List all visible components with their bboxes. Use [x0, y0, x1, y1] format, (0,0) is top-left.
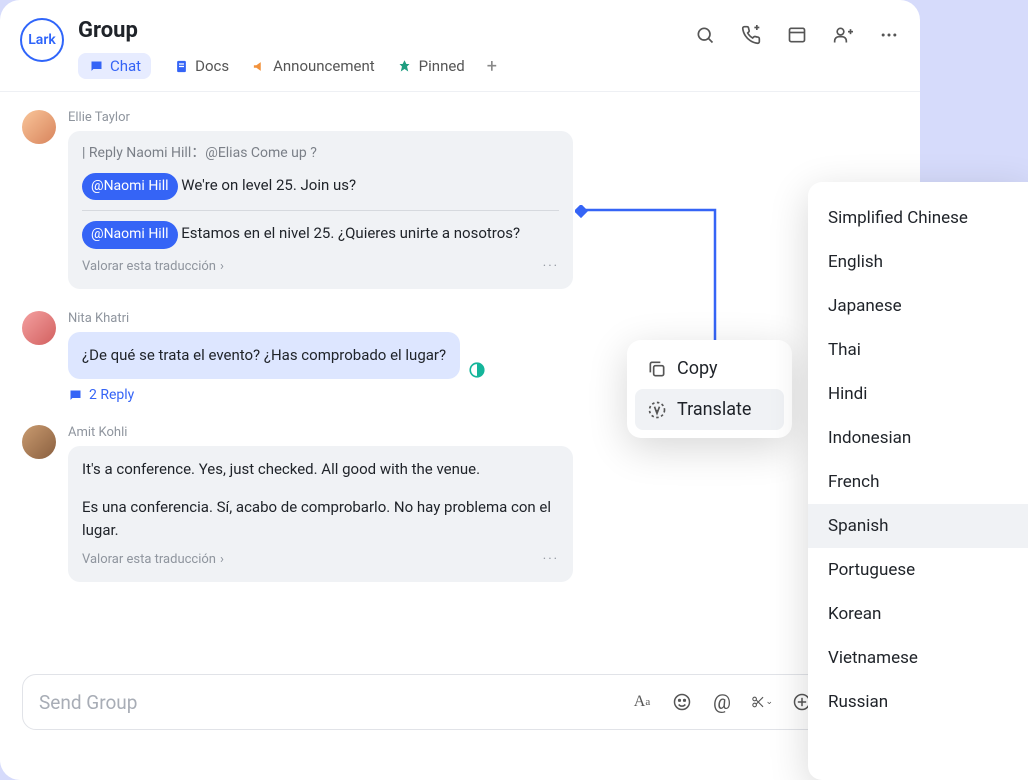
- mention-icon[interactable]: @: [711, 691, 733, 713]
- message-text: It's a conference. Yes, just checked. Al…: [82, 458, 559, 481]
- message-text: ¿De qué se trata el evento? ¿Has comprob…: [82, 346, 446, 364]
- input-placeholder: Send Group: [39, 691, 631, 714]
- rate-row: Valorar esta traducción › ···: [82, 550, 559, 570]
- panel-icon[interactable]: [786, 24, 808, 46]
- lang-option[interactable]: Thai: [808, 328, 1028, 372]
- mention-chip[interactable]: @Naomi Hill: [82, 173, 178, 201]
- rate-translation[interactable]: Valorar esta traducción ›: [82, 257, 224, 277]
- lang-option[interactable]: Hindi: [808, 372, 1028, 416]
- scissors-icon[interactable]: ⌄: [751, 691, 773, 713]
- message-list: Ellie Taylor | Reply Naomi Hill：@Elias C…: [0, 92, 920, 582]
- lang-option[interactable]: Korean: [808, 592, 1028, 636]
- sender-name: Nita Khatri: [68, 311, 898, 326]
- rate-row: Valorar esta traducción › ···: [82, 257, 559, 277]
- header: Lark Group Chat Docs: [0, 0, 920, 92]
- header-actions: [694, 18, 900, 46]
- message-line: @Naomi Hill We're on level 25. Join us?: [82, 173, 559, 201]
- chevron-right-icon: ›: [220, 550, 224, 570]
- more-icon[interactable]: ···: [543, 257, 559, 277]
- tab-label: Chat: [110, 57, 141, 75]
- avatar[interactable]: [22, 110, 56, 144]
- tab-docs[interactable]: Docs: [173, 57, 229, 75]
- lang-option[interactable]: Portuguese: [808, 548, 1028, 592]
- lang-option[interactable]: Russian: [808, 680, 1028, 724]
- context-translate[interactable]: Translate: [635, 389, 784, 430]
- lang-option[interactable]: Indonesian: [808, 416, 1028, 460]
- tab-label: Announcement: [273, 57, 375, 75]
- chat-title: Group: [78, 18, 694, 43]
- mention-chip[interactable]: @Naomi Hill: [82, 221, 178, 249]
- lang-option[interactable]: Simplified Chinese: [808, 196, 1028, 240]
- reply-icon: [68, 388, 83, 403]
- context-label: Copy: [677, 358, 718, 379]
- rate-label: Valorar esta traducción: [82, 550, 216, 570]
- translated-text: Es una conferencia. Sí, acabo de comprob…: [82, 496, 559, 543]
- message-bubble[interactable]: ¿De qué se trata el evento? ¿Has comprob…: [68, 332, 460, 379]
- tab-label: Pinned: [419, 57, 465, 75]
- divider: [82, 210, 559, 211]
- reply-count-text: 2 Reply: [89, 387, 134, 403]
- context-menu: Copy Translate: [627, 340, 792, 438]
- lang-option[interactable]: English: [808, 240, 1028, 284]
- rate-label: Valorar esta traducción: [82, 257, 216, 277]
- tab-bar: Chat Docs Announcement: [78, 53, 694, 91]
- rate-translation[interactable]: Valorar esta traducción ›: [82, 550, 224, 570]
- avatar[interactable]: [22, 425, 56, 459]
- lang-option[interactable]: French: [808, 460, 1028, 504]
- chat-icon: [88, 58, 104, 74]
- pin-icon: [397, 58, 413, 74]
- docs-icon: [173, 58, 189, 74]
- title-area: Group Chat Docs: [78, 18, 694, 91]
- message-row: Ellie Taylor | Reply Naomi Hill：@Elias C…: [22, 110, 898, 289]
- search-icon[interactable]: [694, 24, 716, 46]
- tab-label: Docs: [195, 57, 229, 75]
- message-input[interactable]: Send Group Aa @ ⌄: [22, 674, 830, 730]
- context-label: Translate: [677, 399, 751, 420]
- message-text: We're on level 25. Join us?: [181, 176, 356, 194]
- message-bubble[interactable]: | Reply Naomi Hill：@Elias Come up ? @Nao…: [68, 131, 573, 289]
- message-row: Amit Kohli It's a conference. Yes, just …: [22, 425, 898, 582]
- emoji-icon[interactable]: [671, 691, 693, 713]
- read-status-icon: [468, 361, 486, 379]
- avatar[interactable]: [22, 311, 56, 345]
- tab-pinned[interactable]: Pinned: [397, 57, 465, 75]
- font-icon[interactable]: Aa: [631, 691, 653, 713]
- translated-text: Estamos en el nivel 25. ¿Quieres unirte …: [181, 224, 520, 242]
- tab-announcement[interactable]: Announcement: [251, 57, 375, 75]
- add-member-icon[interactable]: [832, 24, 854, 46]
- message-body: Amit Kohli It's a conference. Yes, just …: [68, 425, 898, 582]
- call-icon[interactable]: [740, 24, 762, 46]
- lang-option-selected[interactable]: Spanish: [808, 504, 1028, 548]
- translate-icon: [647, 400, 667, 420]
- context-copy[interactable]: Copy: [635, 348, 784, 389]
- reply-reference[interactable]: | Reply Naomi Hill：@Elias Come up ?: [82, 143, 559, 165]
- chevron-right-icon: ›: [220, 257, 224, 277]
- message-bubble[interactable]: It's a conference. Yes, just checked. Al…: [68, 446, 573, 582]
- message-line: @Naomi Hill Estamos en el nivel 25. ¿Qui…: [82, 221, 559, 249]
- announcement-icon: [251, 58, 267, 74]
- tab-chat[interactable]: Chat: [78, 53, 151, 79]
- more-icon[interactable]: [878, 24, 900, 46]
- plus-icon: +: [487, 56, 497, 77]
- lang-option[interactable]: Japanese: [808, 284, 1028, 328]
- sender-name: Ellie Taylor: [68, 110, 898, 125]
- input-actions: Aa @ ⌄: [631, 691, 813, 713]
- app-logo: Lark: [20, 18, 64, 62]
- language-menu: Simplified Chinese English Japanese Thai…: [808, 182, 1028, 780]
- lang-option[interactable]: Vietnamese: [808, 636, 1028, 680]
- message-body: Ellie Taylor | Reply Naomi Hill：@Elias C…: [68, 110, 898, 289]
- tab-add[interactable]: +: [487, 56, 497, 77]
- more-icon[interactable]: ···: [543, 550, 559, 570]
- copy-icon: [647, 359, 667, 379]
